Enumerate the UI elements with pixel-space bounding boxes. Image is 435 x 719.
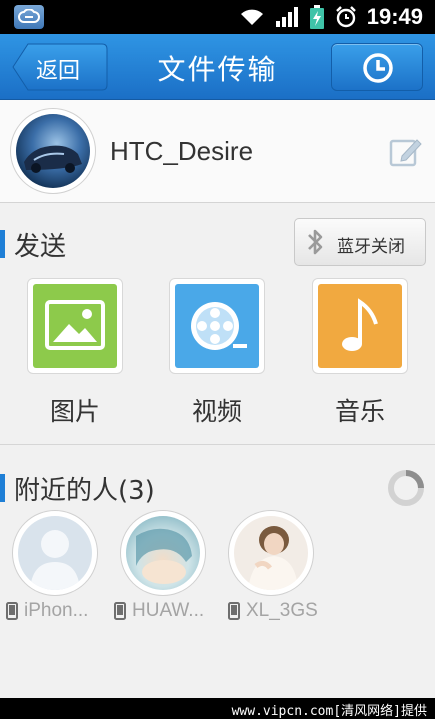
- nearby-person-name: HUAW...: [132, 600, 205, 621]
- device-name: HTC_Desire: [110, 136, 254, 166]
- bluetooth-button[interactable]: 蓝牙关闭: [294, 218, 426, 266]
- history-button[interactable]: [331, 43, 423, 91]
- video-label: 视频: [191, 397, 242, 426]
- watermark: www.vipcn.com[清风网络]提供: [0, 698, 435, 719]
- nearby-person-name: iPhon...: [24, 600, 89, 621]
- send-picture-tile[interactable]: [27, 278, 123, 374]
- send-section-title: 发送: [14, 232, 67, 262]
- divider: [0, 444, 435, 445]
- send-music-tile[interactable]: [312, 278, 408, 374]
- main-content: HTC_Desire 发送 蓝牙关闭 图片 视频 音乐 附近的人(3) iPho…: [0, 100, 435, 698]
- profile-card: HTC_Desire: [0, 100, 435, 203]
- nearby-person-avatar[interactable]: [120, 510, 206, 596]
- battery-charging-icon: [309, 5, 324, 29]
- nearby-person-name: XL_3GS: [246, 600, 318, 621]
- avatar[interactable]: [10, 108, 96, 194]
- music-label: 音乐: [334, 397, 385, 426]
- title-bar: 返回 文件传输: [0, 34, 435, 100]
- status-time: 19:49: [366, 4, 423, 29]
- film-reel-icon: [175, 284, 259, 368]
- phone-icon: [6, 602, 18, 620]
- section-marker: [0, 230, 5, 258]
- phone-icon: [114, 602, 126, 620]
- nearby-person-avatar[interactable]: [12, 510, 98, 596]
- phone-icon: [228, 602, 240, 620]
- status-bar: 19:49: [0, 0, 435, 34]
- nearby-section-title: 附近的人(3): [14, 476, 155, 506]
- send-video-tile[interactable]: [169, 278, 265, 374]
- app-cloud-icon: [14, 5, 44, 29]
- wifi-icon: [240, 9, 263, 25]
- signal-icon: [275, 7, 298, 27]
- picture-icon: [33, 284, 117, 368]
- loading-spinner-icon: [388, 470, 424, 506]
- alarm-clock-icon: [335, 6, 356, 28]
- bluetooth-label: 蓝牙关闭: [337, 237, 405, 257]
- picture-label: 图片: [49, 397, 100, 426]
- edit-icon[interactable]: [388, 134, 424, 170]
- music-note-icon: [318, 284, 402, 368]
- section-marker: [0, 474, 5, 502]
- nearby-person-avatar[interactable]: [228, 510, 314, 596]
- watermark-text: www.vipcn.com[清风网络]提供: [231, 704, 427, 719]
- clock-icon: [363, 53, 393, 83]
- bluetooth-icon: [308, 229, 323, 255]
